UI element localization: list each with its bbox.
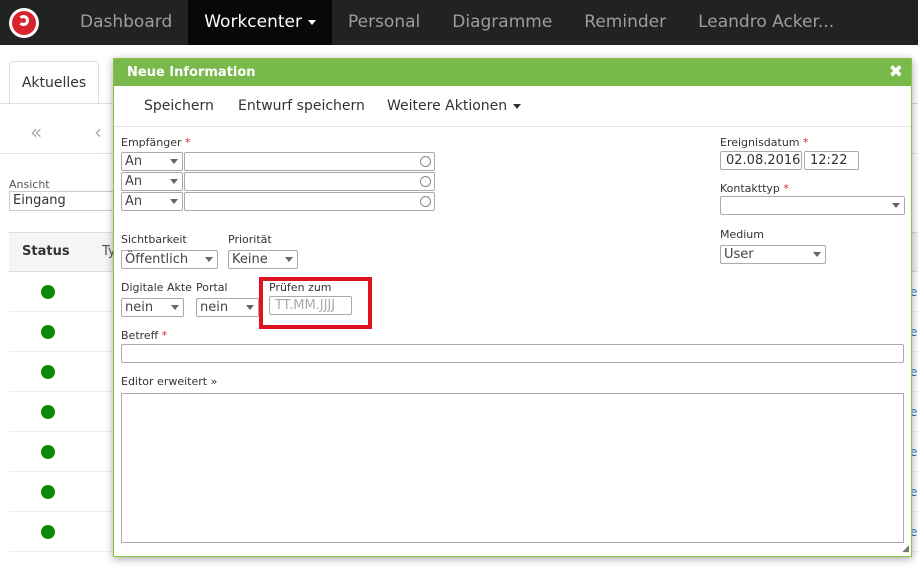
- recipient-input[interactable]: [184, 152, 435, 171]
- double-chevron-down-icon: »: [210, 375, 218, 388]
- contact-type-select[interactable]: [720, 196, 905, 215]
- app-logo-icon[interactable]: [9, 7, 39, 38]
- contact-type-label: Kontakttyp *: [720, 182, 789, 195]
- new-information-dialog: Neue Information ✖ Speichern Entwurf spe…: [113, 58, 912, 557]
- recipient-type-select[interactable]: An: [121, 192, 183, 211]
- dropdown-arrow-icon: [285, 257, 293, 262]
- portal-select[interactable]: nein: [196, 298, 259, 317]
- dialog-title: Neue Information: [127, 65, 256, 80]
- nav-user-menu[interactable]: Leandro Acker...: [682, 0, 850, 45]
- nav-reminder[interactable]: Reminder: [568, 0, 682, 45]
- status-dot-icon: [41, 365, 55, 379]
- event-time-input[interactable]: 12:22: [804, 151, 859, 170]
- caret-down-icon: [307, 19, 316, 25]
- dropdown-arrow-icon: [246, 305, 254, 310]
- status-dot-icon: [41, 485, 55, 499]
- dropdown-arrow-icon: [170, 199, 178, 204]
- editor-toggle[interactable]: Editor erweitert »: [121, 375, 217, 388]
- close-icon[interactable]: ✖: [889, 62, 903, 82]
- dropdown-arrow-icon: [171, 305, 179, 310]
- subject-input[interactable]: [121, 344, 904, 363]
- event-date-label: Ereignisdatum *: [720, 136, 809, 149]
- medium-label: Medium: [720, 228, 764, 241]
- recipients-label: Empfänger *: [121, 136, 191, 149]
- view-select[interactable]: Eingang: [9, 191, 129, 211]
- visibility-label: Sichtbarkeit: [121, 233, 187, 246]
- more-actions-label: Weitere Aktionen: [387, 98, 508, 114]
- dialog-titlebar: Neue Information ✖: [114, 59, 911, 86]
- nav-personal[interactable]: Personal: [332, 0, 436, 45]
- dropdown-arrow-icon: [170, 179, 178, 184]
- status-dot-icon: [41, 445, 55, 459]
- status-dot-icon: [41, 525, 55, 539]
- status-dot-icon: [41, 405, 55, 419]
- nav-workcenter-label: Workcenter: [204, 12, 302, 32]
- nav-diagramme[interactable]: Diagramme: [436, 0, 568, 45]
- tab-aktuelles[interactable]: Aktuelles: [9, 61, 99, 103]
- column-status[interactable]: Status: [22, 244, 70, 259]
- save-button[interactable]: Speichern: [144, 98, 214, 114]
- event-date-input[interactable]: 02.08.2016: [720, 151, 802, 170]
- portal-label: Portal: [196, 281, 228, 294]
- dropdown-arrow-icon: [813, 252, 821, 257]
- caret-down-icon: [513, 103, 522, 109]
- medium-select[interactable]: User: [720, 245, 826, 264]
- recipient-type-select[interactable]: An: [121, 172, 183, 191]
- digital-file-label: Digitale Akte: [121, 281, 192, 294]
- priority-select[interactable]: Keine: [228, 250, 298, 269]
- resize-handle-icon[interactable]: ◢: [902, 544, 909, 554]
- visibility-select[interactable]: Öffentlich: [121, 250, 218, 269]
- dropdown-arrow-icon: [170, 159, 178, 164]
- lookup-circle-icon[interactable]: [420, 156, 431, 167]
- dialog-toolbar: Speichern Entwurf speichern Weitere Akti…: [114, 86, 911, 127]
- message-editor[interactable]: [121, 393, 904, 543]
- nav-workcenter[interactable]: Workcenter: [188, 0, 332, 45]
- more-actions-button[interactable]: Weitere Aktionen: [387, 98, 522, 114]
- status-dot-icon: [41, 325, 55, 339]
- nav-dashboard[interactable]: Dashboard: [64, 0, 188, 45]
- recipient-input[interactable]: [184, 192, 435, 211]
- subject-label: Betreff *: [121, 329, 168, 342]
- digital-file-select[interactable]: nein: [121, 298, 184, 317]
- recipient-input[interactable]: [184, 172, 435, 191]
- first-page-icon[interactable]: «: [30, 120, 42, 144]
- save-draft-button[interactable]: Entwurf speichern: [238, 98, 365, 114]
- prev-page-icon[interactable]: ‹: [94, 120, 102, 144]
- priority-label: Priorität: [228, 233, 272, 246]
- top-navbar: Dashboard Workcenter Personal Diagramme …: [0, 0, 918, 45]
- status-dot-icon: [41, 285, 55, 299]
- lookup-circle-icon[interactable]: [420, 176, 431, 187]
- view-label: Ansicht: [9, 178, 50, 191]
- recipient-type-select[interactable]: An: [121, 152, 183, 171]
- dropdown-arrow-icon: [205, 257, 213, 262]
- highlight-box: [259, 277, 372, 329]
- lookup-circle-icon[interactable]: [420, 196, 431, 207]
- dropdown-arrow-icon: [892, 203, 900, 208]
